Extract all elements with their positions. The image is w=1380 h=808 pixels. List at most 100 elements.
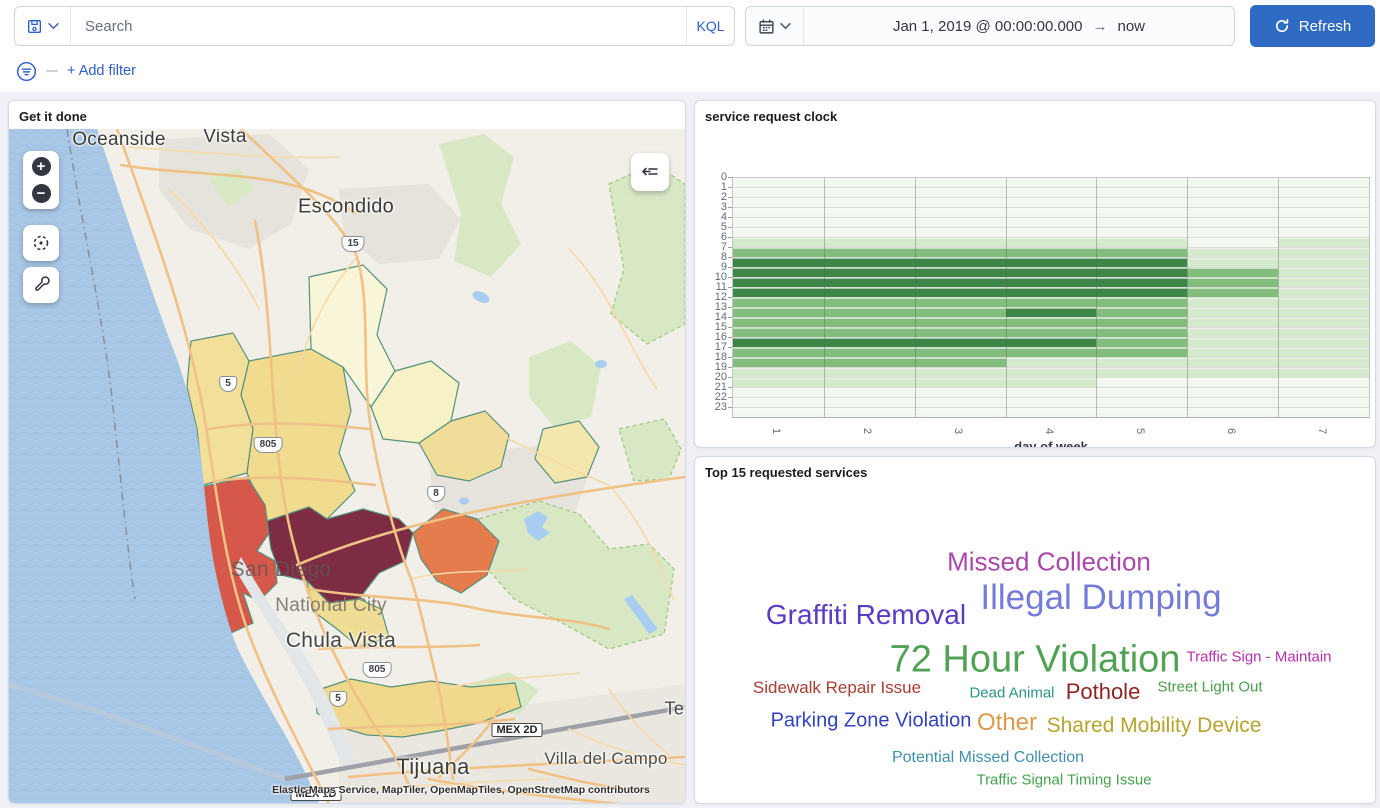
heatmap-cell[interactable]	[1278, 278, 1369, 287]
heatmap-cell[interactable]	[915, 388, 1006, 397]
heatmap-cell[interactable]	[1006, 268, 1097, 277]
heatmap-cell[interactable]	[1278, 368, 1369, 377]
heatmap-cell[interactable]	[915, 268, 1006, 277]
heatmap-cell[interactable]	[824, 318, 915, 327]
heatmap-cell[interactable]	[824, 368, 915, 377]
heatmap-cell[interactable]	[733, 258, 824, 267]
heatmap-cell[interactable]	[824, 228, 915, 237]
heatmap-cell[interactable]	[915, 238, 1006, 247]
heatmap-cell[interactable]	[824, 208, 915, 217]
tag-cloud-word[interactable]: 72 Hour Violation	[890, 639, 1181, 682]
heatmap-cell[interactable]	[1006, 188, 1097, 197]
heatmap-cell[interactable]	[1187, 188, 1278, 197]
heatmap-cell[interactable]	[824, 308, 915, 317]
heatmap-cell[interactable]	[733, 308, 824, 317]
heatmap-cell[interactable]	[824, 378, 915, 387]
heatmap-cell[interactable]	[1096, 278, 1187, 287]
heatmap-cell[interactable]	[915, 368, 1006, 377]
heatmap-cell[interactable]	[1006, 218, 1097, 227]
heatmap-cell[interactable]	[1096, 348, 1187, 357]
heatmap-cell[interactable]	[1187, 298, 1278, 307]
tag-cloud-word[interactable]: Illegal Dumping	[980, 578, 1221, 618]
date-range[interactable]: Jan 1, 2019 @ 00:00:00.000 → now	[804, 18, 1234, 35]
heatmap-cell[interactable]	[1187, 208, 1278, 217]
heatmap-cell[interactable]	[1096, 298, 1187, 307]
heatmap-cell[interactable]	[1278, 268, 1369, 277]
tag-cloud-word[interactable]: Traffic Signal Timing Issue	[976, 772, 1151, 789]
heatmap-cell[interactable]	[1187, 308, 1278, 317]
heatmap-cell[interactable]	[1006, 378, 1097, 387]
tag-cloud-word[interactable]: Traffic Sign - Maintain	[1186, 649, 1331, 666]
heatmap-cell[interactable]	[824, 198, 915, 207]
heatmap-cell[interactable]	[915, 178, 1006, 187]
heatmap-cell[interactable]	[1006, 208, 1097, 217]
heatmap-cell[interactable]	[915, 188, 1006, 197]
heatmap-cell[interactable]	[915, 288, 1006, 297]
saved-query-menu-button[interactable]	[15, 7, 71, 45]
heatmap-cell[interactable]	[1006, 278, 1097, 287]
heatmap-cell[interactable]	[1096, 358, 1187, 367]
heatmap-cell[interactable]	[1096, 338, 1187, 347]
heatmap-cell[interactable]	[733, 248, 824, 257]
heatmap-cell[interactable]	[824, 298, 915, 307]
heatmap-cell[interactable]	[733, 368, 824, 377]
heatmap-cell[interactable]	[1096, 288, 1187, 297]
heatmap-cell[interactable]	[915, 298, 1006, 307]
heatmap-cell[interactable]	[1096, 318, 1187, 327]
heatmap-cell[interactable]	[824, 358, 915, 367]
heatmap-cell[interactable]	[1006, 348, 1097, 357]
heatmap-cell[interactable]	[824, 348, 915, 357]
heatmap-cell[interactable]	[1006, 238, 1097, 247]
heatmap-cell[interactable]	[733, 288, 824, 297]
tag-cloud-word[interactable]: Street Light Out	[1157, 679, 1262, 696]
heatmap-plot-area[interactable]	[732, 177, 1370, 418]
heatmap-cell[interactable]	[733, 208, 824, 217]
zoom-out-button[interactable]: −	[32, 184, 51, 203]
heatmap-cell[interactable]	[733, 238, 824, 247]
heatmap-cell[interactable]	[733, 358, 824, 367]
heatmap-cell[interactable]	[1187, 178, 1278, 187]
heatmap-cell[interactable]	[915, 318, 1006, 327]
heatmap-cell[interactable]	[1187, 258, 1278, 267]
heatmap-cell[interactable]	[824, 288, 915, 297]
heatmap-cell[interactable]	[1187, 318, 1278, 327]
filter-settings-icon[interactable]	[16, 61, 37, 82]
heatmap-cell[interactable]	[1006, 338, 1097, 347]
heatmap-cell[interactable]	[1096, 218, 1187, 227]
heatmap-cell[interactable]	[733, 318, 824, 327]
heatmap-cell[interactable]	[1096, 398, 1187, 407]
heatmap-cell[interactable]	[1096, 248, 1187, 257]
heatmap-cell[interactable]	[733, 408, 824, 417]
tag-cloud-word[interactable]: Potential Missed Collection	[892, 749, 1084, 767]
heatmap-cell[interactable]	[1187, 328, 1278, 337]
heatmap-cell[interactable]	[1278, 178, 1369, 187]
heatmap-cell[interactable]	[1278, 218, 1369, 227]
heatmap-cell[interactable]	[915, 408, 1006, 417]
heatmap-cell[interactable]	[1278, 398, 1369, 407]
heatmap-cell[interactable]	[824, 258, 915, 267]
heatmap-cell[interactable]	[824, 338, 915, 347]
heatmap-cell[interactable]	[1187, 388, 1278, 397]
map-canvas[interactable]: OceansideVistaEscondidoSan DiegoNational…	[9, 129, 685, 804]
heatmap-cell[interactable]	[1278, 188, 1369, 197]
heatmap-cell[interactable]	[1006, 198, 1097, 207]
heatmap-cell[interactable]	[1096, 268, 1187, 277]
heatmap-cell[interactable]	[1187, 198, 1278, 207]
heatmap-cell[interactable]	[1187, 228, 1278, 237]
heatmap-cell[interactable]	[1096, 368, 1187, 377]
date-range-end[interactable]: now	[1118, 18, 1146, 35]
heatmap-cell[interactable]	[824, 178, 915, 187]
heatmap-cell[interactable]	[1278, 358, 1369, 367]
tag-cloud-word[interactable]: Sidewalk Repair Issue	[753, 678, 921, 698]
heatmap-cell[interactable]	[915, 338, 1006, 347]
tag-cloud-word[interactable]: Pothole	[1066, 679, 1141, 705]
heatmap-cell[interactable]	[1006, 298, 1097, 307]
add-filter-link[interactable]: + Add filter	[67, 63, 136, 79]
heatmap-cell[interactable]	[1278, 228, 1369, 237]
date-range-start[interactable]: Jan 1, 2019 @ 00:00:00.000	[893, 18, 1083, 35]
tag-cloud-word[interactable]: Graffiti Removal	[766, 599, 966, 631]
heatmap-cell[interactable]	[1006, 328, 1097, 337]
heatmap-cell[interactable]	[733, 388, 824, 397]
heatmap-cell[interactable]	[1006, 368, 1097, 377]
query-language-button[interactable]: KQL	[686, 7, 734, 45]
